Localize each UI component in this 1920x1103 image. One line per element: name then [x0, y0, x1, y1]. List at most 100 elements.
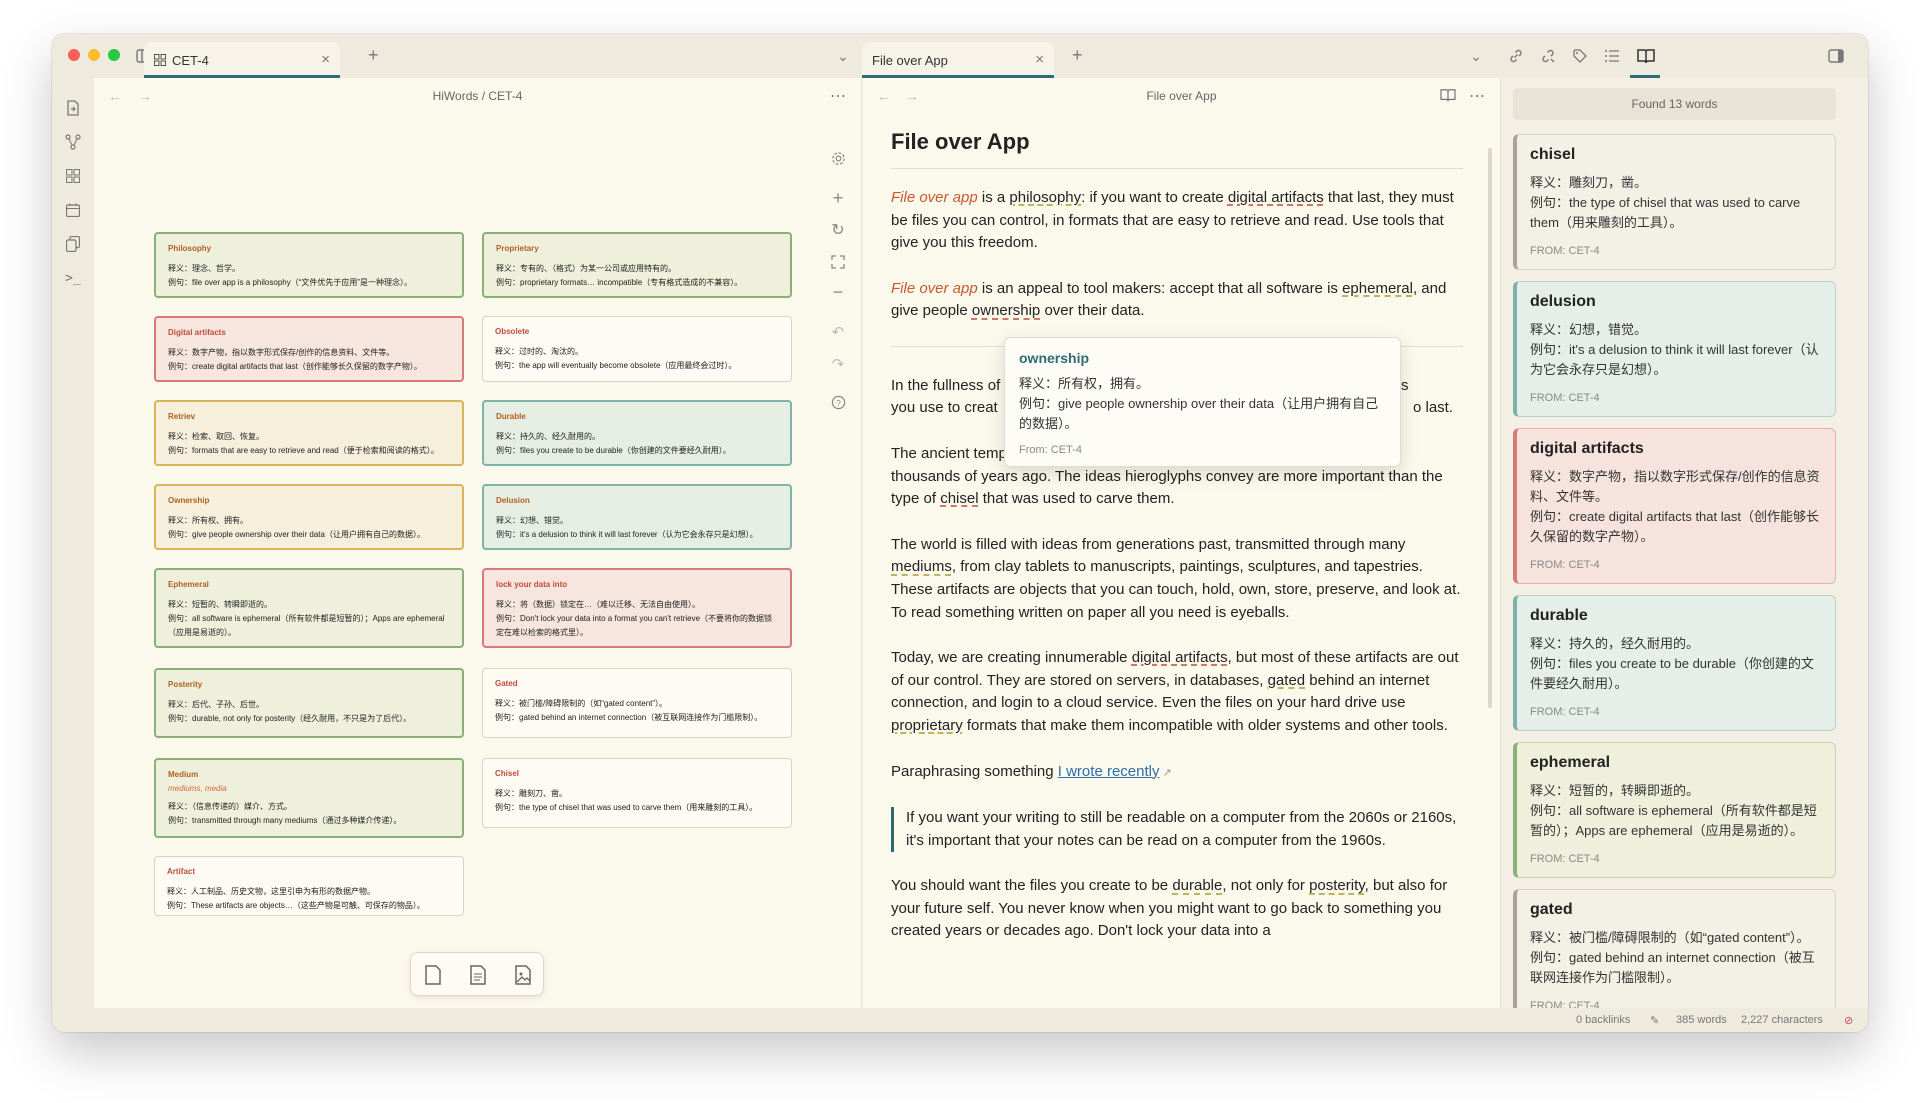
highlighted-word[interactable]: durable	[1172, 877, 1222, 894]
highlighted-word[interactable]: ownership	[972, 302, 1040, 319]
canvas-pane: ← → HiWords / CET-4 ⋯ + ↻ − ↶ ↷ ? Philos…	[94, 78, 862, 1008]
card-meaning: 释义：人工制品、历史文物，这里引申为有形的数据产物。	[167, 887, 375, 896]
canvas-card[interactable]: Ephemeral 释义：短暂的、转瞬即逝的。 例句：all software …	[154, 568, 464, 648]
word-title: durable	[1530, 607, 1588, 624]
canvas-card[interactable]: Posterity 释义：后代、子孙、后世。 例句：durable, not o…	[154, 668, 464, 738]
scrollbar[interactable]	[1488, 148, 1492, 708]
canvas-card[interactable]: Artifact 释义：人工制品、历史文物，这里引申为有形的数据产物。 例句：T…	[154, 856, 464, 916]
back-arrow-icon[interactable]: ←	[108, 88, 122, 104]
canvas-card[interactable]: Digital artifacts 释义：数字产物，指以数字形式保存/创作的信息…	[154, 316, 464, 382]
word-card[interactable]: durable 释义：持久的，经久耐用的。 例句：files you creat…	[1513, 595, 1836, 731]
book-open-icon[interactable]	[1636, 46, 1656, 66]
card-title: Artifact	[167, 867, 196, 876]
canvas-card[interactable]: Philosophy 释义：理念、哲学。 例句：file over app is…	[154, 232, 464, 298]
close-window-button[interactable]	[68, 49, 80, 61]
backlinks-count[interactable]: 0 backlinks	[1576, 1014, 1630, 1026]
tab-list-chevron-down-icon[interactable]: ⌄	[833, 46, 853, 66]
highlighted-word[interactable]: ephemeral	[1342, 280, 1413, 297]
card-subtitle: mediums, media	[168, 784, 227, 793]
popup-meaning: 释义：所有权，拥有。	[1019, 376, 1150, 391]
zoom-in-plus-icon[interactable]: +	[824, 184, 852, 212]
card-meaning: 释义：将（数据）锁定在…（难以迁移、无法自由使用）。	[496, 600, 700, 609]
back-arrow-icon[interactable]: ←	[877, 88, 891, 104]
card-example: 例句：formats that are easy to retrieve and…	[168, 446, 439, 455]
highlighted-word[interactable]: gated	[1268, 672, 1306, 689]
edit-pencil-icon[interactable]: ✎	[1650, 1014, 1659, 1027]
word-card[interactable]: delusion 释义：幻想，错觉。 例句：it's a delusion to…	[1513, 281, 1836, 417]
card-meaning: 释义：（信息传递的）媒介、方式。	[168, 802, 292, 811]
internal-link[interactable]: File over app	[891, 280, 978, 297]
canvas-card[interactable]: Chisel 释义：雕刻刀、凿。 例句：the type of chisel t…	[482, 758, 792, 828]
add-media-icon[interactable]	[511, 963, 535, 987]
canvas-header: ← → HiWords / CET-4 ⋯	[94, 78, 861, 114]
canvas-card[interactable]: Gated 释义：被门槛/障碍限制的（如“gated content”）。 例句…	[482, 668, 792, 738]
tab-close-icon[interactable]: ×	[1035, 51, 1044, 68]
internal-link[interactable]: File over app	[891, 189, 978, 206]
character-count: 2,227 characters	[1741, 1014, 1823, 1026]
external-link[interactable]: I wrote recently	[1058, 763, 1160, 780]
add-note-icon[interactable]	[466, 963, 490, 987]
graph-view-icon[interactable]	[63, 132, 83, 152]
word-card[interactable]: chisel 释义：雕刻刀，凿。 例句：the type of chisel t…	[1513, 134, 1836, 270]
new-tab-plus-icon[interactable]: +	[1072, 45, 1083, 66]
highlighted-word[interactable]: mediums	[891, 558, 952, 575]
word-card[interactable]: digital artifacts 释义：数字产物，指以数字形式保存/创作的信息…	[1513, 428, 1836, 584]
calendar-icon[interactable]	[63, 200, 83, 220]
forward-arrow-icon[interactable]: →	[138, 88, 152, 104]
highlighted-word[interactable]: digital artifacts	[1228, 189, 1324, 206]
word-example: 例句：gated behind an internet connection（被…	[1530, 950, 1815, 985]
word-example: 例句：files you create to be durable（你创建的文件…	[1530, 656, 1814, 691]
canvas-card[interactable]: Ownership 释义：所有权、拥有。 例句：give people owne…	[154, 484, 464, 550]
tab-list-chevron-down-icon[interactable]: ⌄	[1466, 46, 1486, 66]
more-options-icon[interactable]: ⋯	[1469, 86, 1486, 106]
reading-view-book-icon[interactable]	[1440, 88, 1456, 105]
terminal-icon[interactable]: >_	[63, 268, 83, 288]
open-file-icon[interactable]	[63, 98, 83, 118]
highlighted-word[interactable]: philosophy	[1009, 189, 1081, 206]
redo-icon[interactable]: ↷	[824, 350, 852, 378]
highlighted-word[interactable]: digital artifacts	[1132, 649, 1228, 666]
breadcrumb[interactable]: HiWords / CET-4	[433, 89, 523, 103]
canvas-card[interactable]: Obsolete 释义：过时的、淘汰的。 例句：the app will eve…	[482, 316, 792, 382]
canvas-card[interactable]: Durable 释义：持久的、经久耐用的。 例句：files you creat…	[482, 400, 792, 466]
reset-zoom-icon[interactable]: ↻	[824, 216, 852, 244]
word-card[interactable]: gated 释义：被门槛/障碍限制的（如“gated content”）。 例句…	[1513, 889, 1836, 1019]
right-sidebar-toggle-icon[interactable]	[1826, 46, 1846, 66]
copy-icon[interactable]	[63, 234, 83, 254]
link-icon[interactable]	[1506, 46, 1526, 66]
more-options-icon[interactable]: ⋯	[830, 86, 847, 106]
note-content[interactable]: File over App File over app is a philoso…	[891, 126, 1463, 966]
highlighted-word[interactable]: chisel	[940, 490, 978, 507]
highlighted-word[interactable]: proprietary	[891, 717, 963, 734]
canvas-card[interactable]: Medium mediums, media 释义：（信息传递的）媒介、方式。 例…	[154, 758, 464, 838]
forward-arrow-icon[interactable]: →	[905, 88, 919, 104]
tag-icon[interactable]	[1570, 46, 1590, 66]
note-header-title[interactable]: File over App	[1146, 89, 1216, 103]
minimize-window-button[interactable]	[88, 49, 100, 61]
card-meaning: 释义：短暂的、转瞬即逝的。	[168, 600, 272, 609]
unlink-icon[interactable]	[1538, 46, 1558, 66]
word-card[interactable]: ephemeral 释义：短暂的，转瞬即逝的。 例句：all software …	[1513, 742, 1836, 878]
tab-file-over-app[interactable]: File over App ×	[862, 42, 1054, 78]
canvas-card[interactable]: Proprietary 释义：专有的、（格式）为某一公司或应用特有的。 例句：p…	[482, 232, 792, 298]
tab-close-icon[interactable]: ×	[321, 51, 330, 68]
canvas-card[interactable]: lock your data into 释义：将（数据）锁定在…（难以迁移、无法…	[482, 568, 792, 648]
fit-to-screen-icon[interactable]	[824, 248, 852, 276]
zoom-out-minus-icon[interactable]: −	[824, 278, 852, 306]
settings-gear-icon[interactable]	[824, 144, 852, 172]
canvas-grid-icon[interactable]	[63, 166, 83, 186]
zoom-window-button[interactable]	[108, 49, 120, 61]
sync-status-icon[interactable]: ⊘	[1844, 1014, 1853, 1027]
tab-cet-4[interactable]: CET-4 ×	[144, 42, 340, 78]
canvas-card[interactable]: Retriev 释义：检索、取回、恢复。 例句：formats that are…	[154, 400, 464, 466]
add-card-icon[interactable]	[421, 963, 445, 987]
help-question-icon[interactable]: ?	[824, 388, 852, 416]
new-tab-plus-icon[interactable]: +	[368, 45, 379, 66]
highlighted-word[interactable]: posterity	[1309, 877, 1365, 894]
undo-icon[interactable]: ↶	[824, 318, 852, 346]
canvas-card[interactable]: Delusion 释义：幻想、错觉。 例句：it's a delusion to…	[482, 484, 792, 550]
card-meaning: 释义：检索、取回、恢复。	[168, 432, 264, 441]
paragraph: File over app is an appeal to tool maker…	[891, 279, 1447, 320]
word-count: 385 words	[1676, 1014, 1727, 1026]
outline-list-icon[interactable]	[1602, 46, 1622, 66]
